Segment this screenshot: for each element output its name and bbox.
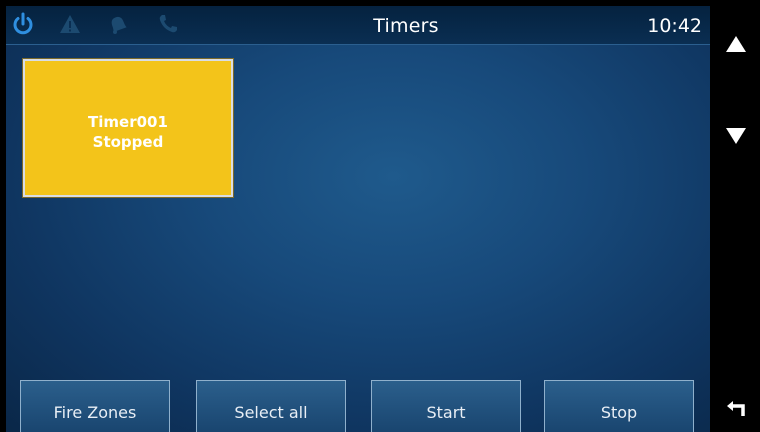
timer-name: Timer001	[88, 113, 168, 131]
fire-zones-button[interactable]: Fire Zones	[20, 380, 170, 432]
stop-button[interactable]: Stop	[544, 380, 694, 432]
select-all-button[interactable]: Select all	[196, 380, 346, 432]
timer-tile[interactable]: Timer001 Stopped	[22, 58, 234, 198]
navigation-bar	[710, 0, 760, 432]
warning-icon	[60, 15, 80, 33]
down-triangle-icon[interactable]	[724, 126, 748, 146]
phone-icon	[159, 15, 177, 33]
clock: 10:42	[647, 15, 702, 37]
return-arrow-icon[interactable]	[724, 398, 748, 418]
power-icon[interactable]	[11, 12, 35, 36]
status-bar: Timers 10:42	[6, 6, 710, 45]
timers-screen: Timers 10:42 Timer001 Stopped Fire Zones…	[6, 6, 710, 432]
timer-state: Stopped	[92, 133, 164, 151]
up-triangle-icon[interactable]	[724, 34, 748, 54]
page-title: Timers	[373, 15, 439, 37]
start-button[interactable]: Start	[371, 380, 521, 432]
bell-icon	[111, 16, 127, 34]
